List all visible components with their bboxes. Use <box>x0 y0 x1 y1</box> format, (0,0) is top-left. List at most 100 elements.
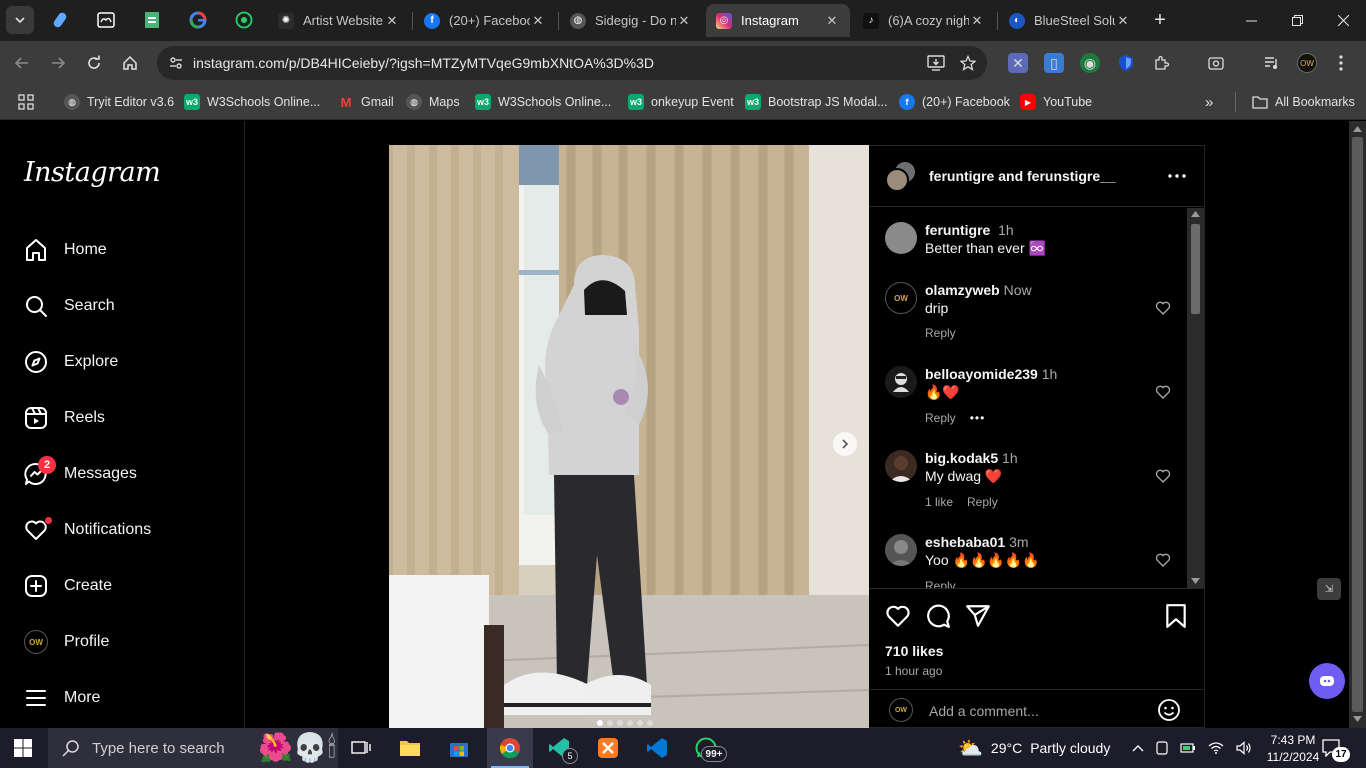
scrollbar-thumb[interactable] <box>1352 137 1363 712</box>
nav-search[interactable]: Search <box>12 282 232 330</box>
like-icon[interactable] <box>885 603 911 629</box>
pinned-tab-sheet-icon[interactable] <box>139 7 165 33</box>
pinned-tab-google-icon[interactable] <box>185 7 211 33</box>
microsoft-store-icon[interactable] <box>436 728 482 768</box>
bookmark-maps[interactable]: ◍ Maps <box>406 92 460 112</box>
comment-likes-count[interactable]: 1 like <box>925 495 953 509</box>
pinned-tab-cloud-icon[interactable] <box>93 7 119 33</box>
restore-button[interactable] <box>1274 0 1320 41</box>
site-info-icon[interactable] <box>165 52 187 74</box>
more-bookmarks-button[interactable]: » <box>1205 92 1213 112</box>
next-image-button[interactable] <box>833 432 857 456</box>
close-icon[interactable]: ✕ <box>969 13 985 29</box>
home-button[interactable] <box>116 49 144 77</box>
close-icon[interactable]: ✕ <box>530 13 546 29</box>
bookmark-youtube[interactable]: ▶ YouTube <box>1020 92 1092 112</box>
comment-icon[interactable] <box>925 603 951 629</box>
reply-button[interactable]: Reply <box>925 579 956 588</box>
weather-widget[interactable]: ⛅ 29°C Partly cloudy <box>958 728 1110 768</box>
apps-grid-icon[interactable] <box>18 92 34 112</box>
chrome-icon[interactable] <box>487 728 533 768</box>
volume-icon[interactable] <box>1236 741 1252 755</box>
nav-create[interactable]: Create <box>12 562 232 610</box>
share-icon[interactable] <box>965 603 991 629</box>
extension-green-icon[interactable]: ◉ <box>1080 53 1100 73</box>
extension-translate-icon[interactable]: ✕ <box>1008 53 1028 73</box>
profile-avatar-icon[interactable]: OW <box>1297 53 1317 73</box>
nav-notifications[interactable]: Notifications <box>12 506 232 554</box>
like-comment-icon[interactable] <box>1155 552 1171 568</box>
nav-messages[interactable]: 2 Messages <box>12 450 232 498</box>
emoji-icon[interactable] <box>1157 698 1181 722</box>
clock[interactable]: 7:43 PM 11/2/2024 <box>1267 728 1320 768</box>
taskbar-search[interactable]: Type here to search 🌺💀🕯 <box>48 728 338 768</box>
close-window-button[interactable] <box>1320 0 1366 41</box>
collab-avatars[interactable] <box>885 160 919 194</box>
like-comment-icon[interactable] <box>1155 300 1171 316</box>
extensions-puzzle-icon[interactable] <box>1152 53 1172 73</box>
avatar[interactable] <box>885 450 917 482</box>
close-icon[interactable]: ✕ <box>824 13 840 29</box>
notification-center-icon[interactable]: 17 <box>1322 728 1350 768</box>
all-bookmarks-button[interactable]: All Bookmarks <box>1252 92 1355 112</box>
bookmark-facebook[interactable]: f (20+) Facebook <box>899 92 1010 112</box>
nav-reels[interactable]: Reels <box>12 394 232 442</box>
tab-bluesteel[interactable]: ◐ BlueSteel Solu ✕ <box>999 4 1141 37</box>
bookmark-onkeyup-event[interactable]: w3 onkeyup Event <box>628 92 734 112</box>
task-view-icon[interactable] <box>338 728 384 768</box>
forward-button[interactable] <box>44 49 72 77</box>
vscode-icon[interactable] <box>634 728 680 768</box>
nav-home[interactable]: Home <box>12 226 232 274</box>
extension-shield-icon[interactable] <box>1116 53 1136 73</box>
close-icon[interactable]: ✕ <box>1115 13 1131 29</box>
tab-search-button[interactable] <box>6 6 34 34</box>
bookmark-bootstrap-modal[interactable]: w3 Bootstrap JS Modal... <box>745 92 888 112</box>
chrome-menu-icon[interactable] <box>1331 53 1351 73</box>
tab-tiktok[interactable]: ♪ (6)A cozy nigh ✕ <box>853 4 995 37</box>
save-bookmark-icon[interactable] <box>1163 603 1189 629</box>
bookmark-gmail[interactable]: M Gmail <box>338 92 394 112</box>
extension-docs-icon[interactable]: ▯ <box>1044 53 1064 73</box>
xampp-icon[interactable] <box>585 728 631 768</box>
windows-start-icon[interactable] <box>0 728 46 768</box>
wifi-icon[interactable] <box>1208 742 1224 754</box>
likes-count[interactable]: 710 likes <box>885 643 943 659</box>
avatar[interactable] <box>885 366 917 398</box>
media-controls-icon[interactable] <box>1262 53 1282 73</box>
pinned-tab-whatsapp-icon[interactable] <box>231 7 257 33</box>
bookmark-tryit-editor[interactable]: ◍ Tryit Editor v3.6 <box>64 92 174 112</box>
tab-artist-website[interactable]: ✺ Artist Website ✕ <box>268 4 410 37</box>
avatar[interactable] <box>885 534 917 566</box>
tab-instagram[interactable]: ◎ Instagram ✕ <box>706 4 850 37</box>
assistant-bubble-icon[interactable] <box>1309 663 1345 699</box>
collapse-panel-icon[interactable]: ⇲ <box>1317 578 1341 600</box>
bookmark-w3schools-1[interactable]: w3 W3Schools Online... <box>184 92 320 112</box>
tab-facebook[interactable]: f (20+) Facebook ✕ <box>414 4 556 37</box>
tab-sidegig[interactable]: ◍ Sidegig - Do n ✕ <box>560 4 702 37</box>
nav-explore[interactable]: Explore <box>12 338 232 386</box>
comment-input[interactable] <box>929 698 1149 724</box>
minimize-button[interactable] <box>1228 0 1274 41</box>
address-bar[interactable]: instagram.com/p/DB4HICeieby/?igsh=MTZyMT… <box>157 46 987 80</box>
post-image[interactable] <box>389 145 869 728</box>
file-explorer-icon[interactable] <box>387 728 433 768</box>
reply-button[interactable]: Reply <box>925 411 956 425</box>
like-comment-icon[interactable] <box>1155 384 1171 400</box>
install-app-icon[interactable] <box>926 53 946 73</box>
close-icon[interactable]: ✕ <box>384 13 400 29</box>
author-link[interactable]: ferunstigre__ <box>1027 168 1116 184</box>
reload-button[interactable] <box>80 49 108 77</box>
more-options-icon[interactable] <box>1165 164 1189 188</box>
pinned-tab-link-icon[interactable] <box>47 7 73 33</box>
comments-scrollbar[interactable] <box>1187 208 1204 588</box>
nav-more[interactable]: More <box>12 674 232 722</box>
whatsapp-icon[interactable]: 99+ <box>683 728 729 768</box>
back-button[interactable] <box>8 49 36 77</box>
url-text[interactable]: instagram.com/p/DB4HICeieby/?igsh=MTZyMT… <box>193 55 654 71</box>
vscode-insiders-icon[interactable]: 5 <box>536 728 582 768</box>
avatar[interactable] <box>885 222 917 254</box>
comment-options-icon[interactable]: ••• <box>970 411 986 425</box>
instagram-logo[interactable]: Instagram <box>24 157 161 188</box>
close-icon[interactable]: ✕ <box>676 13 692 29</box>
screenshot-icon[interactable] <box>1206 53 1226 73</box>
